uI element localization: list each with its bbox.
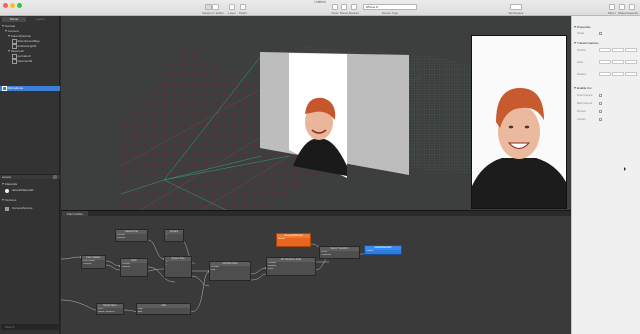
close-window-button[interactable] — [3, 3, 8, 8]
layer-button[interactable] — [229, 4, 235, 10]
disclosure-icon — [2, 199, 4, 202]
preview-eye-left — [508, 125, 514, 129]
material-icon — [5, 188, 9, 193]
patch-editor-canvas[interactable]: Face Tracker Face Finder Tracking Camera… — [61, 216, 571, 334]
field-label-position: Position — [577, 49, 586, 52]
device-select[interactable]: iPhone 8 — [363, 4, 417, 10]
section-transformations[interactable]: Transformations — [574, 41, 599, 45]
workspace-label: Workspace — [508, 11, 524, 15]
field-label-rotation: Rotation — [577, 73, 587, 76]
position-y-input[interactable] — [612, 48, 624, 52]
patch-node-screen-size[interactable]: Screen Size X Y — [164, 256, 192, 278]
zoom-window-button[interactable] — [17, 3, 22, 8]
toolbar-label-inspector: Inspector — [626, 11, 639, 15]
field-label-back-camera: Back Camera — [577, 102, 593, 105]
toolbar: Untitled Viewport / Editor Layer Patch C… — [0, 0, 640, 16]
toolbar-label-mirror: Mirror — [608, 11, 616, 15]
assets-header: Assets — [0, 174, 60, 179]
field-label-capture: Capture — [577, 118, 586, 121]
tree-item[interactable]: facemesh0 — [0, 59, 60, 64]
position-z-input[interactable] — [625, 48, 637, 52]
inspector-panel: Properties Visible Transformations Posit… — [571, 16, 640, 334]
field-label-preview: Preview — [577, 110, 586, 113]
patch-node-pack[interactable]: Pack Position Rotation — [120, 258, 148, 277]
section-enable-for[interactable]: Enable For — [574, 86, 592, 90]
field-label-front-camera: Front Camera — [577, 94, 593, 97]
add-asset-button[interactable] — [53, 174, 57, 179]
toolbar-label-viewport: Viewport / Editor — [202, 11, 224, 15]
mesh-icon — [12, 59, 17, 64]
patch-node-vector-transform[interactable]: Vector Transform Vector Transform — [319, 246, 360, 259]
rotation-x-input[interactable] — [599, 72, 611, 76]
visible-checkbox[interactable] — [599, 32, 602, 35]
viewport[interactable] — [61, 16, 571, 210]
editor-toggle-button[interactable] — [212, 4, 219, 10]
rotation-y-input[interactable] — [612, 72, 624, 76]
mirror-button[interactable] — [609, 4, 615, 10]
toolbar-label-restart: Restart — [349, 11, 359, 15]
section-properties[interactable]: Properties — [574, 25, 591, 29]
scene-panel: Scene Layers Canvas Camera Face Distorti… — [0, 16, 60, 334]
mesh-icon — [12, 54, 17, 59]
tab-layers[interactable]: Layers — [28, 17, 52, 22]
disclosure-icon — [5, 30, 7, 33]
restart-button[interactable] — [351, 4, 357, 10]
field-label-visible: Visible — [577, 32, 585, 35]
patch-node-3d-transform-pack[interactable]: 3D Transform Pack Position Rotation Scal… — [266, 257, 316, 276]
microphone-icon — [2, 86, 7, 91]
textures-header[interactable]: Textures — [0, 198, 60, 203]
light-icon — [12, 44, 17, 49]
minimize-window-button[interactable] — [10, 3, 15, 8]
scale-y-input[interactable] — [612, 60, 624, 64]
preview-eye-right — [524, 125, 530, 129]
patch-node-2d-point-pack[interactable]: 2D Point Pack Position Size — [209, 261, 251, 281]
field-label-scale: Scale — [577, 61, 584, 64]
disclosure-icon — [8, 50, 10, 53]
texture-icon — [5, 206, 9, 211]
back-camera-checkbox[interactable] — [599, 102, 602, 105]
mouse-cursor-icon — [624, 167, 626, 171]
patch-node-add[interactable]: Add Input Add — [136, 303, 191, 315]
disclosure-icon — [2, 25, 4, 28]
front-camera-checkbox[interactable] — [599, 94, 602, 97]
device-select-value: iPhone 8 — [366, 5, 378, 9]
patch-node-unpack[interactable]: Unpack X Y — [164, 229, 184, 242]
patch-button[interactable] — [240, 4, 246, 10]
patch-node-default-material[interactable]: defaultMaterial0 Texture — [364, 245, 402, 255]
toolbar-label-patch: Patch — [239, 11, 247, 15]
rotation-z-input[interactable] — [625, 72, 637, 76]
disclosure-icon — [2, 183, 4, 186]
position-x-input[interactable] — [599, 48, 611, 52]
material-item[interactable]: defaultMaterial0 — [0, 188, 60, 193]
device-type-label: Device Type — [381, 11, 399, 15]
object-icon — [12, 39, 17, 44]
viewport-toggle-button[interactable] — [205, 4, 212, 10]
texture-item[interactable]: CameraTexture — [0, 206, 60, 211]
capture-checkbox[interactable] — [599, 118, 602, 121]
preview-checkbox[interactable] — [599, 110, 602, 113]
disclosure-icon — [574, 42, 576, 45]
clear-button[interactable] — [332, 4, 338, 10]
preview-image-svg — [472, 36, 566, 208]
share-button[interactable] — [619, 4, 625, 10]
patch-node-facemesh-normal[interactable]: facemeshNormal Normal — [276, 233, 311, 247]
device-preview[interactable] — [471, 35, 567, 209]
tab-scene[interactable]: Scene — [2, 17, 26, 22]
scale-z-input[interactable] — [625, 60, 637, 64]
workspace-button[interactable] — [510, 4, 522, 10]
disclosure-icon — [574, 87, 576, 90]
inspector-button[interactable] — [629, 4, 635, 10]
patch-node-mouth-open[interactable]: Mouth Open Face Mouth Openness — [96, 303, 124, 315]
scale-x-input[interactable] — [599, 60, 611, 64]
search-input[interactable]: Search — [1, 324, 59, 330]
patch-node-camera-tap[interactable]: Camera Tap Position Rotation — [115, 229, 148, 242]
materials-header[interactable]: Materials — [0, 182, 60, 187]
disclosure-icon — [8, 35, 10, 38]
tree-item-selected[interactable]: Microphone — [0, 86, 60, 91]
pause-button[interactable] — [341, 4, 347, 10]
disclosure-icon — [574, 26, 576, 29]
patch-node-face-tracker[interactable]: Face Tracker Face Finder Tracking — [81, 255, 106, 269]
